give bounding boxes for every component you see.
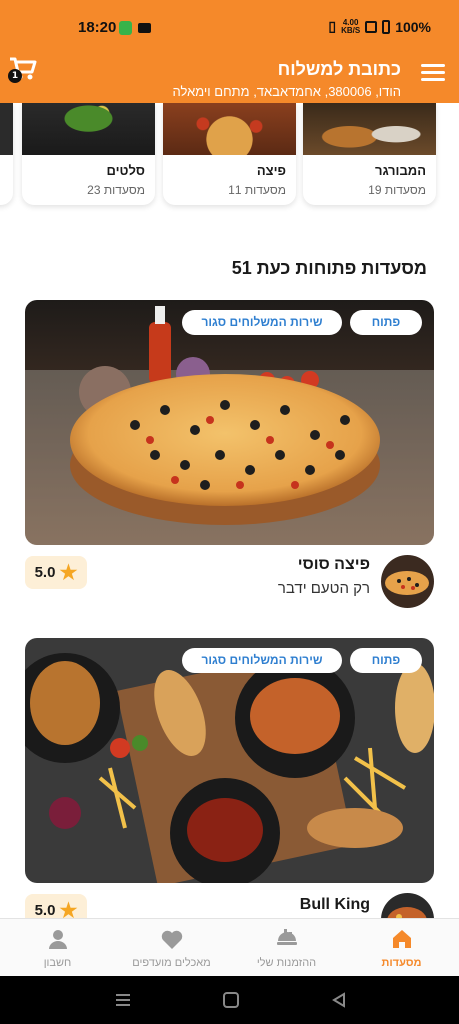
rating-value: 5.0 [34,902,56,919]
restaurant-name[interactable]: פיצה סוסי [298,556,370,574]
category-image [163,103,296,155]
youtube-icon [138,23,151,33]
back-icon[interactable] [332,992,345,1008]
battery-icon [382,19,391,34]
delivery-status-badge: שירות המשלוחים סגור [182,648,342,673]
pizza-photo [25,300,434,545]
rating-badge: 5.0 ★ [25,556,87,589]
vibrate-icon: ▯ [328,18,337,34]
app-header: 1 כתובת למשלוח הודו, 380006, אחמדאבאד, מ… [0,56,459,103]
nav-account[interactable]: חשבון [0,927,115,969]
net-speed: 4.00 KB/S [341,17,361,35]
open-status-badge: פתוח [350,310,422,335]
category-name: המבורגר [374,163,426,178]
nav-restaurants[interactable]: מסעדות [344,927,459,969]
nav-label: מאכלים מועדפים [132,957,211,969]
category-count: 23 מסעדות [87,183,145,197]
restaurant-image[interactable]: פתוח שירות המשלוחים סגור [25,638,434,883]
category-name: סלטים [106,163,145,178]
category-image [22,103,155,155]
battery-level: 100% [395,18,431,35]
nav-label: ההזמנות שלי [256,957,317,969]
rating-value: 5.0 [34,564,56,581]
status-bar: 18:20 ▯ 4.00 KB/S 100% [0,0,459,56]
category-carousel[interactable]: המבורגר 19 מסעדות פיצה 11 מסעדות סלטים 2… [0,103,459,213]
recents-icon[interactable] [116,994,130,1006]
nav-favorite-dishes[interactable]: מאכלים מועדפים [114,927,229,969]
restaurant-name[interactable]: Bull King [300,896,370,914]
person-icon [0,927,115,951]
orders-icon [229,927,344,951]
star-icon: ★ [59,561,78,584]
category-count: 19 מסעדות [368,183,426,197]
restaurant-tagline: רק הטעם ידבר [277,580,370,597]
category-card-partial[interactable] [0,103,13,205]
category-count: 11 מסעדות [228,183,286,197]
category-name: פיצה [256,163,286,178]
bottom-navigation: מסעדות ההזמנות שלי מאכלים מועדפים חשבון [0,918,459,976]
notification-icon [119,21,132,35]
menu-button[interactable] [421,64,445,82]
home-icon [344,927,459,951]
category-card-salads[interactable]: סלטים 23 מסעדות [22,103,155,205]
heart-icon [114,927,229,951]
open-status-badge: פתוח [350,648,422,673]
status-indicators: ▯ 4.00 KB/S 100% [328,18,431,35]
signal-off-icon [365,20,378,33]
delivery-address-title[interactable]: כתובת למשלוח [278,59,401,80]
delivery-address[interactable]: הודו, 380006, אחמדאבאד, מתחם וימאלה [172,84,401,99]
cart-count-badge: 1 [8,69,22,83]
category-image [303,103,436,155]
status-time: 18:20 [78,19,117,36]
category-card-pizza[interactable]: פיצה 11 מסעדות [163,103,296,205]
restaurant-logo [381,555,434,608]
food-platter-photo [25,638,434,883]
category-card-burger[interactable]: המבורגר 19 מסעדות [303,103,436,205]
system-navigation-bar [0,976,459,1024]
category-image [0,103,13,155]
home-system-icon[interactable] [223,992,239,1008]
nav-label: מסעדות [381,957,422,969]
nav-my-orders[interactable]: ההזמנות שלי [229,927,344,969]
open-restaurants-heading: 51 מסעדות פתוחות כעת [231,258,427,278]
nav-label: חשבון [43,957,72,969]
delivery-status-badge: שירות המשלוחים סגור [182,310,342,335]
restaurant-image[interactable]: פתוח שירות המשלוחים סגור [25,300,434,545]
